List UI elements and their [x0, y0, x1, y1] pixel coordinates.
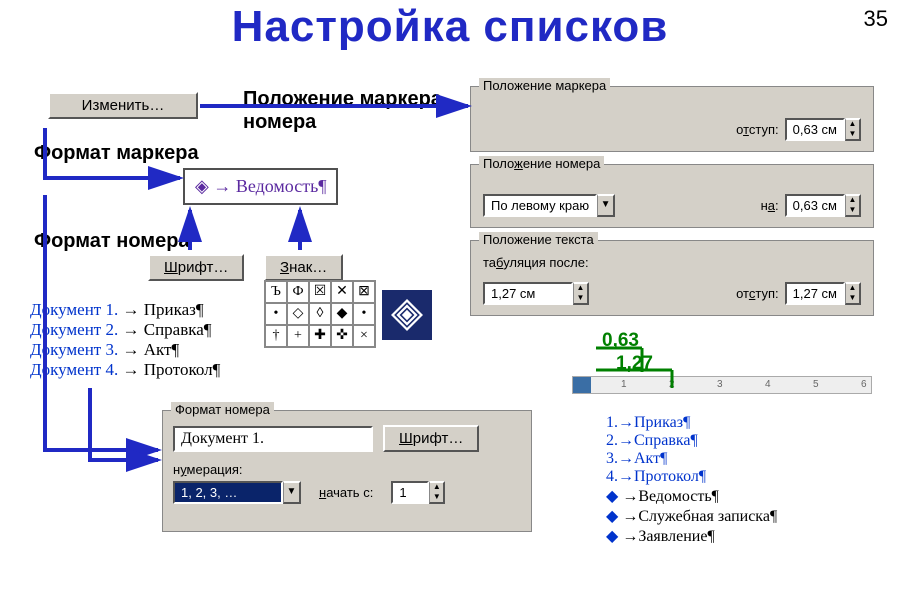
edit-button-label: Изменить… [82, 97, 165, 114]
group-marker-legend: Положение маркера [479, 78, 610, 93]
symbol-grid[interactable]: ЪФ☒✕⊠ •◇◊◆• †+✚✜× [264, 280, 376, 348]
group-text-position: Положение текста табуляция после: 1,27 с… [470, 240, 874, 316]
format-number-value[interactable]: Документ 1. [173, 426, 373, 452]
font-button-2-label: Шрифт… [399, 430, 463, 447]
list-item: 1.→Приказ¶ [606, 414, 777, 432]
start-spinner[interactable]: 1 ▲▼ [391, 481, 445, 504]
measure-127: 1,27 [616, 353, 653, 375]
group-format-number: Формат номера Документ 1. Шрифт… нумерац… [162, 410, 532, 532]
page-title: Настройка списков [0, 2, 900, 52]
indent-label: отступ: [736, 122, 779, 137]
ruler: 1 2 3 4 5 6 [572, 376, 872, 394]
list-item: Документ 4. → Протокол¶ [30, 360, 220, 380]
list-item: 3.→Акт¶ [606, 450, 777, 468]
caption-format-number: Формат номера [34, 230, 190, 253]
caption-marker-position: Положение маркера, номера [243, 88, 463, 134]
symbol-preview [382, 290, 432, 340]
list-item: 4.→Протокол¶ [606, 468, 777, 486]
sign-button-label: Знак… [280, 259, 327, 276]
text-indent-spinner[interactable]: 1,27 см ▲▼ [785, 282, 861, 305]
list-item: Документ 1. → Приказ¶ [30, 300, 220, 320]
group-text-legend: Положение текста [479, 232, 598, 247]
numbering-label: нумерация: [173, 462, 521, 477]
group-number-position: Положение номера По левому краю ▼ на: 0,… [470, 164, 874, 228]
numbering-combo[interactable]: 1, 2, 3, … ▼ [173, 481, 301, 504]
tab-label: табуляция после: [483, 255, 589, 270]
marker-indent-spinner[interactable]: 0,63 см ▲▼ [785, 118, 861, 141]
measure-063: 0,63 [602, 330, 639, 352]
group-marker-position: Положение маркера отступ: 0,63 см ▲▼ [470, 86, 874, 152]
format-number-legend: Формат номера [171, 402, 274, 417]
list-item: Документ 2. → Справка¶ [30, 320, 220, 340]
tab-after-spinner[interactable]: 1,27 см ▲▼ [483, 282, 589, 305]
text-indent-label: отступ: [736, 286, 779, 301]
list-item: ◆→Ведомость¶ [606, 486, 777, 506]
sign-button[interactable]: Знак… [264, 254, 343, 281]
font-button-2[interactable]: Шрифт… [383, 425, 479, 452]
sample-bullet-text: ◈ → Ведомость¶ [195, 176, 326, 196]
start-label: начать с: [319, 485, 373, 500]
list-item: 2.→Справка¶ [606, 432, 777, 450]
group-number-legend: Положение номера [479, 156, 604, 171]
list-item: ◆→Служебная записка¶ [606, 506, 777, 526]
numbered-list: 1.→Приказ¶ 2.→Справка¶ 3.→Акт¶ 4.→Проток… [606, 414, 777, 546]
sample-bullet-box: ◈ → Ведомость¶ [183, 168, 338, 205]
document-list: Документ 1. → Приказ¶ Документ 2. → Спра… [30, 300, 220, 380]
font-button-label: Шрифт… [164, 259, 228, 276]
list-item: Документ 3. → Акт¶ [30, 340, 220, 360]
list-item: ◆→Заявление¶ [606, 526, 777, 546]
align-combo[interactable]: По левому краю ▼ [483, 194, 615, 217]
at-label: на: [761, 198, 779, 213]
caption-format-marker: Формат маркера [34, 142, 199, 165]
font-button[interactable]: Шрифт… [148, 254, 244, 281]
number-at-spinner[interactable]: 0,63 см ▲▼ [785, 194, 861, 217]
edit-button[interactable]: Изменить… [48, 92, 198, 119]
